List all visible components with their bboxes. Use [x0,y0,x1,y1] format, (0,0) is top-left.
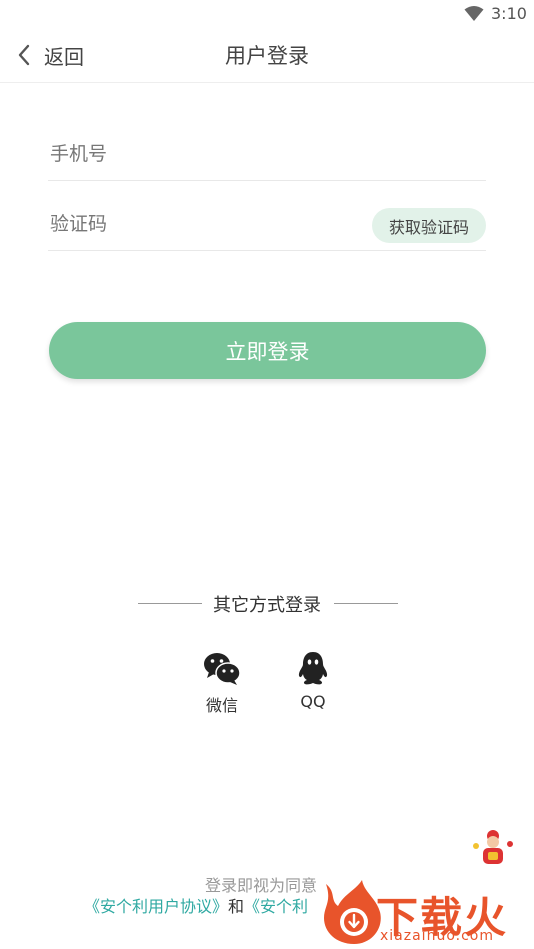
wechat-icon [204,653,241,685]
watermark-url: xiazaihuo.com [380,928,494,944]
wifi-icon [464,6,484,21]
qq-icon [298,652,328,685]
get-code-button[interactable]: 获取验证码 [372,208,486,243]
verification-code-field[interactable]: 验证码 获取验证码 [48,194,486,251]
agreement-connector: 和 [228,897,245,916]
qq-label: QQ [300,692,326,711]
other-login-title: 其它方式登录 [213,595,321,616]
agreement-links: 《安个利用户协议》和《安个利 [84,893,308,917]
watermark: 下载火 xiazaihuo.com [316,862,534,949]
phone-field[interactable]: 手机号 [48,124,486,181]
privacy-policy-link[interactable]: 《安个利 [244,897,308,916]
code-placeholder: 验证码 [50,213,108,235]
navigation-bar: 返回 用户登录 [0,28,534,83]
divider-right [334,603,398,604]
login-button[interactable]: 立即登录 [49,322,486,379]
status-time: 3:10 [491,4,527,23]
user-agreement-link[interactable]: 《安个利用户协议》 [84,897,228,916]
wechat-login-button[interactable]: 微信 [192,650,252,716]
wechat-label: 微信 [205,696,238,715]
qq-login-button[interactable]: QQ [283,650,343,711]
phone-placeholder: 手机号 [50,143,108,165]
page-title: 用户登录 [225,44,309,68]
status-bar: 3:10 [0,0,534,28]
